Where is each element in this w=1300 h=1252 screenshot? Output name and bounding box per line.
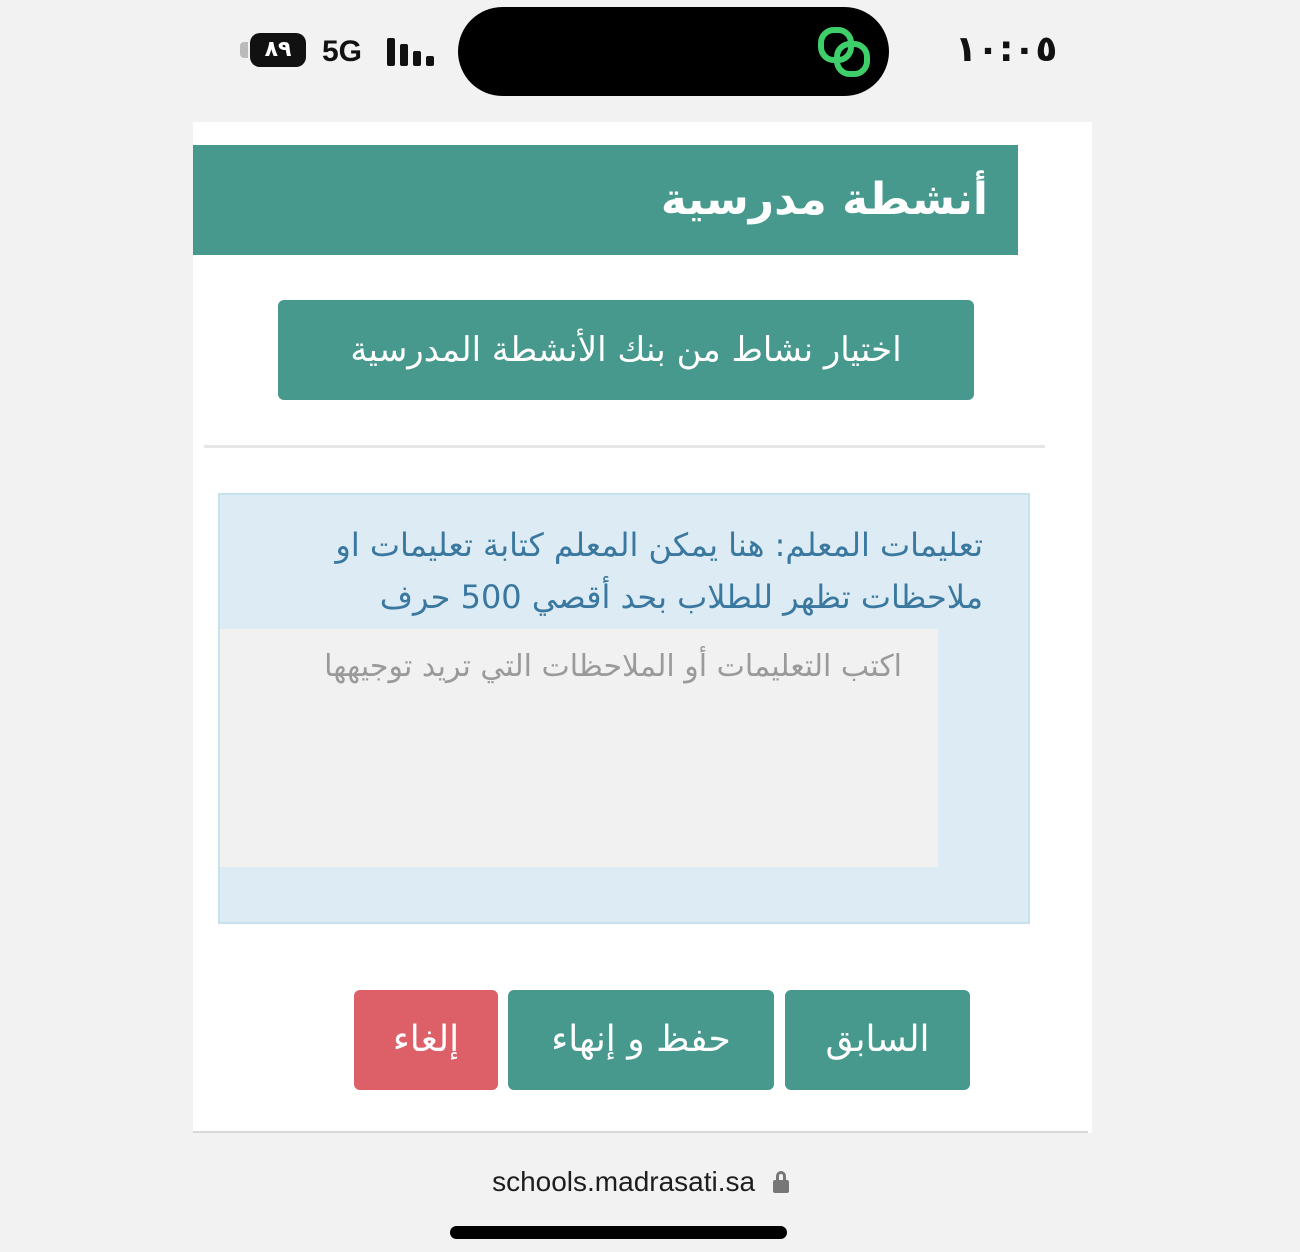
network-type: 5G	[322, 35, 363, 68]
page-card: أنشطة مدرسية اختيار نشاط من بنك الأنشطة …	[193, 122, 1092, 1133]
save-and-finish-button[interactable]: حفظ و إنهاء	[508, 990, 774, 1090]
battery-level: ٨٩	[250, 33, 306, 67]
linked-rings-icon	[818, 27, 870, 77]
status-time: ١٠:٠٥	[955, 29, 1058, 70]
teacher-notes-textarea[interactable]	[220, 629, 938, 867]
home-indicator[interactable]	[450, 1226, 787, 1239]
battery-icon: ٨٩	[240, 33, 306, 67]
instructions-hint: تعليمات المعلم: هنا يمكن المعلم كتابة تع…	[335, 526, 983, 616]
page-title: أنشطة مدرسية	[660, 174, 988, 225]
divider	[204, 445, 1045, 448]
lock-icon	[772, 1171, 789, 1193]
teacher-instructions-panel: تعليمات المعلم: هنا يمكن المعلم كتابة تع…	[218, 493, 1030, 924]
cancel-button[interactable]: إلغاء	[354, 990, 498, 1090]
dynamic-island	[458, 7, 889, 96]
url-container[interactable]: schools.madrasati.sa	[193, 1162, 1088, 1202]
url-text[interactable]: schools.madrasati.sa	[492, 1166, 755, 1197]
previous-button[interactable]: السابق	[785, 990, 970, 1090]
section-header: أنشطة مدرسية	[193, 145, 1018, 255]
choose-activity-from-bank-button[interactable]: اختيار نشاط من بنك الأنشطة المدرسية	[278, 300, 974, 400]
cellular-signal-icon	[387, 36, 437, 66]
